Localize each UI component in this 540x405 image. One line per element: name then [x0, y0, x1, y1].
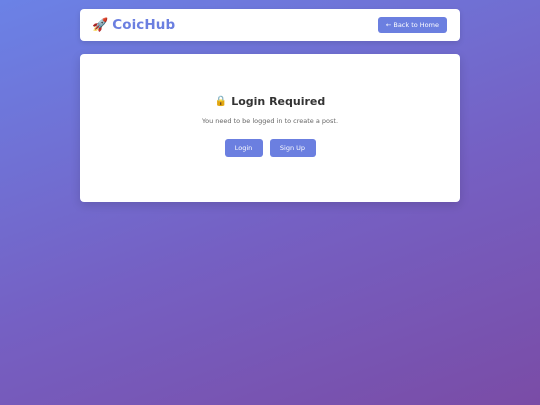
- brand[interactable]: 🚀 CoicHub: [92, 9, 175, 41]
- login-required-card: 🔒 Login Required You need to be logged i…: [80, 54, 460, 202]
- back-to-home-button[interactable]: ← Back to Home: [377, 17, 447, 33]
- login-button[interactable]: Login: [224, 139, 263, 157]
- rocket-icon: 🚀: [92, 17, 109, 33]
- card-title-text: Login Required: [231, 95, 326, 108]
- lock-icon: 🔒: [214, 96, 228, 107]
- login-message: You need to be logged in to create a pos…: [201, 117, 339, 125]
- auth-actions: Login Sign Up: [80, 139, 460, 157]
- signup-button[interactable]: Sign Up: [269, 139, 316, 157]
- brand-name[interactable]: CoicHub: [112, 17, 175, 33]
- top-header: 🚀 CoicHub ← Back to Home: [80, 9, 460, 41]
- card-title: 🔒 Login Required: [80, 95, 460, 108]
